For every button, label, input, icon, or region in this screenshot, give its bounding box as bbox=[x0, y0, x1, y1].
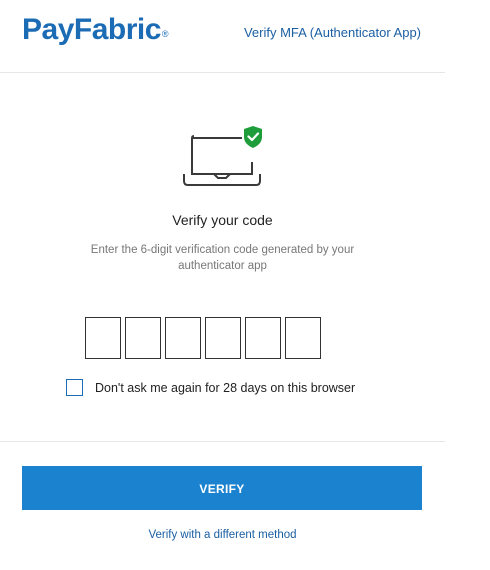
remember-device-checkbox[interactable] bbox=[66, 379, 83, 396]
remember-device-label[interactable]: Don't ask me again for 28 days on this b… bbox=[95, 381, 355, 395]
code-input-group bbox=[85, 317, 321, 359]
code-digit-input-4[interactable] bbox=[205, 317, 241, 359]
page-title: Verify your code bbox=[172, 212, 273, 228]
code-digit-input-3[interactable] bbox=[165, 317, 201, 359]
code-digit-input-6[interactable] bbox=[285, 317, 321, 359]
logo-registered-mark: ® bbox=[161, 29, 169, 39]
laptop-with-shield-icon bbox=[180, 124, 270, 190]
page-header: PayFabric® Verify MFA (Authenticator App… bbox=[0, 0, 445, 73]
logo-text-fabric: Fabric bbox=[73, 13, 162, 46]
verify-button[interactable]: VERIFY bbox=[22, 466, 422, 510]
verify-different-method-link[interactable]: Verify with a different method bbox=[0, 529, 445, 541]
instruction-text: Enter the 6-digit verification code gene… bbox=[90, 244, 355, 272]
header-title: Verify MFA (Authenticator App) bbox=[243, 25, 421, 40]
code-digit-input-1[interactable] bbox=[85, 317, 121, 359]
remember-device-option[interactable]: Don't ask me again for 28 days on this b… bbox=[66, 379, 355, 396]
code-digit-input-5[interactable] bbox=[245, 317, 281, 359]
payfabric-logo: PayFabric® bbox=[22, 12, 169, 48]
code-digit-input-2[interactable] bbox=[125, 317, 161, 359]
logo-text-pay: Pay bbox=[22, 13, 74, 46]
section-divider bbox=[0, 441, 445, 442]
